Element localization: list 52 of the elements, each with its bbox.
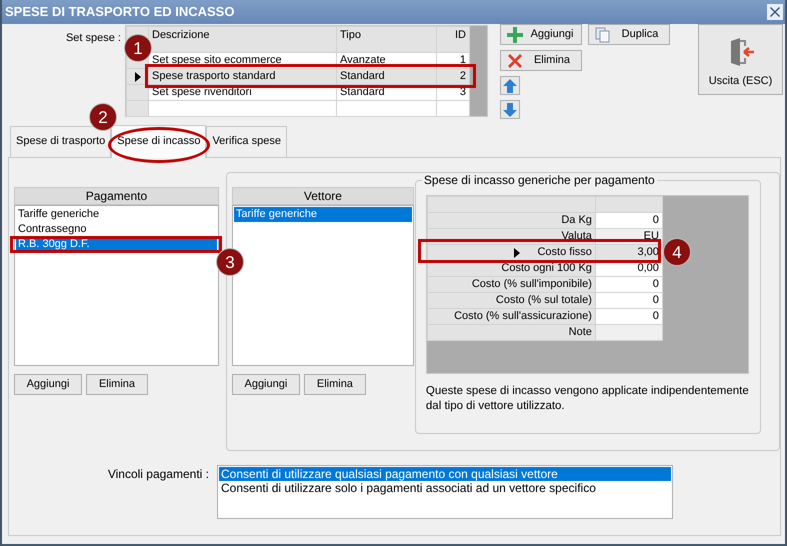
move-down-button[interactable]	[500, 100, 520, 119]
add-button[interactable]: Aggiungi	[500, 24, 582, 45]
table-cell[interactable]: 2	[436, 68, 470, 84]
close-icon	[507, 52, 523, 68]
list-item[interactable]: Contrassegno	[16, 222, 217, 237]
arrow-up-icon	[503, 78, 517, 92]
copy-icon	[595, 26, 611, 42]
list-box[interactable]: Tariffe generiche Contrassegno R.B. 30gg D.F.	[14, 205, 219, 366]
column-header[interactable]: ID	[436, 26, 470, 52]
table-cell[interactable]: Standard	[336, 68, 436, 84]
exit-button[interactable]: Uscita (ESC)	[698, 24, 783, 95]
list-item[interactable]: Tariffe generiche	[234, 207, 412, 222]
annotation-number: 2	[89, 103, 117, 131]
group-title: Spese di incasso generiche per pagamento	[422, 173, 657, 188]
tab[interactable]: Spese di trasporto	[10, 126, 112, 157]
row-label: Costo ogni 100 Kg	[501, 262, 592, 274]
table-cell[interactable]: Spese trasporto standard	[148, 68, 336, 84]
row-label: Costo (% sul totale)	[496, 294, 592, 306]
table-cell[interactable]	[595, 324, 662, 340]
row-label: Note	[568, 326, 592, 338]
delete-button[interactable]: Elimina	[500, 50, 582, 71]
list-item[interactable]: Consenti di utilizzare qualsiasi pagamento con qualsiasi vettore	[219, 467, 671, 481]
list-item[interactable]: Consenti di utilizzare solo i pagamenti associati ad un vettore specifico	[219, 481, 671, 495]
delete-button[interactable]: Elimina	[86, 374, 148, 395]
delete-button[interactable]: Elimina	[304, 374, 366, 395]
row-label: Da Kg	[561, 214, 592, 226]
add-button[interactable]: Aggiungi	[232, 374, 300, 395]
row-label: Costo (% sull'imponibile)	[472, 278, 592, 290]
window-title: SPESE DI TRASPORTO ED INCASSO	[5, 4, 234, 20]
close-icon[interactable]	[767, 4, 783, 20]
plus-icon	[507, 26, 523, 42]
list-header: Pagamento	[14, 187, 219, 205]
list-header: Vettore	[232, 187, 414, 205]
row-label: Valuta	[562, 230, 592, 242]
add-button[interactable]: Aggiungi	[14, 374, 82, 395]
list-box[interactable]: Consenti di utilizzare qualsiasi pagamento con qualsiasi vettore Consenti di utilizzare solo i pagamenti associati ad un vettore specifico	[217, 465, 673, 519]
tab[interactable]: Verifica spese	[206, 126, 287, 157]
note-text: Queste spese di incasso vengono applicate indipendentemente dal tipo di vettore utilizzato.	[426, 384, 750, 414]
move-up-button[interactable]	[500, 76, 520, 95]
column-header[interactable]: Descrizione	[148, 26, 336, 52]
field-label: Vincoli pagamenti :	[106, 466, 210, 483]
table-cell[interactable]: 0	[595, 276, 662, 292]
table-cell[interactable]: 0	[595, 292, 662, 308]
row-label: Costo (% sull'assicurazione)	[454, 310, 592, 322]
list-item[interactable]: Tariffe generiche	[16, 207, 217, 222]
row-label: Costo fisso	[537, 246, 592, 258]
tab[interactable]: Spese di incasso	[111, 125, 206, 158]
duplicate-button[interactable]: Duplica	[588, 24, 670, 45]
arrow-down-icon	[503, 102, 517, 116]
field-label: Set spese :	[64, 31, 122, 46]
table-cell[interactable]: 0,00	[595, 260, 662, 276]
column-header[interactable]: Tipo	[336, 26, 436, 52]
